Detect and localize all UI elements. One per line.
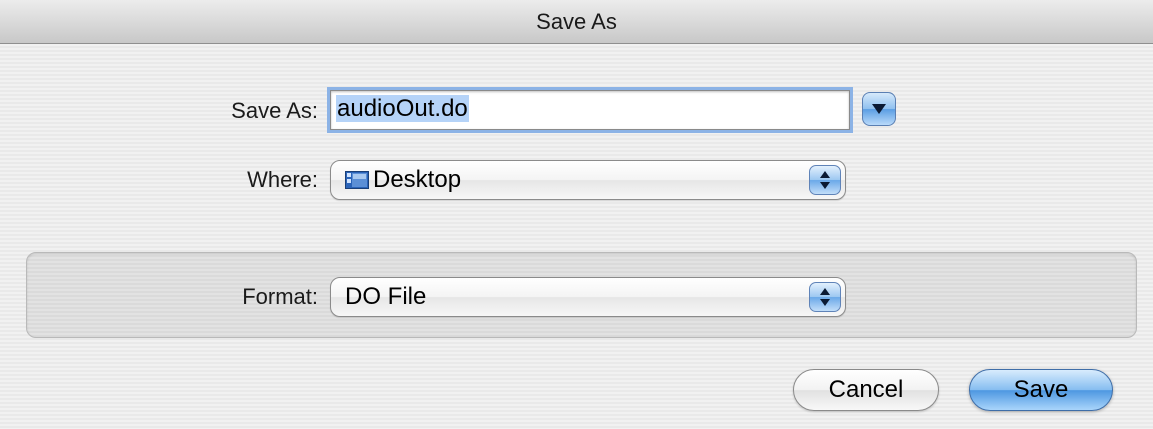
triangle-down-icon: [872, 104, 886, 114]
format-label: Format:: [242, 284, 318, 309]
window-title: Save As: [536, 9, 617, 34]
where-label: Where:: [247, 167, 318, 192]
expand-dialog-button[interactable]: [862, 92, 896, 126]
where-value: Desktop: [373, 166, 462, 193]
cancel-button[interactable]: Cancel: [793, 369, 939, 411]
save-as-label: Save As:: [231, 98, 318, 123]
format-popup[interactable]: DO File: [330, 277, 846, 317]
where-stepper[interactable]: [809, 165, 841, 195]
format-stepper[interactable]: [809, 282, 841, 312]
title-bar: Save As: [0, 0, 1153, 44]
save-button[interactable]: Save: [969, 369, 1113, 411]
where-popup[interactable]: Desktop: [330, 160, 846, 200]
up-down-arrows-icon: [820, 288, 830, 306]
up-down-arrows-icon: [820, 171, 830, 189]
format-value: DO File: [345, 283, 427, 310]
filename-field[interactable]: audioOut.do: [330, 90, 850, 130]
filename-text: audioOut.do: [336, 95, 469, 122]
desktop-folder-icon: [345, 171, 369, 189]
